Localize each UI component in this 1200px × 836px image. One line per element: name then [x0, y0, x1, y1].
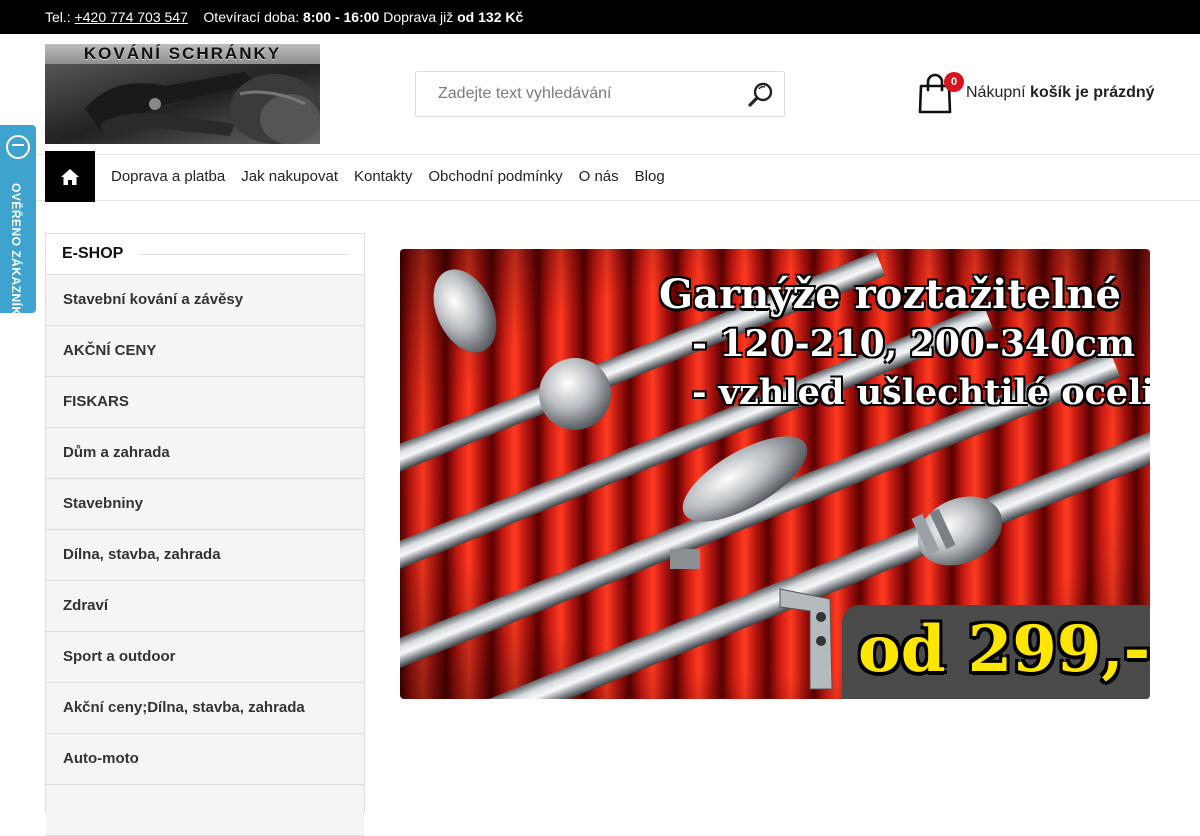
banner-title: Garnýže roztažitelné [659, 271, 1121, 318]
logo-pliers-image [45, 64, 320, 144]
promo-banner[interactable]: Garnýže roztažitelné - 120-210, 200-340c… [400, 249, 1150, 699]
nav-item-blog[interactable]: Blog [627, 155, 673, 200]
nav-divider-bottom [0, 200, 1200, 201]
nav-item-obchodni-podminky[interactable]: Obchodní podmínky [420, 155, 570, 200]
shipping-price: od 132 Kč [457, 9, 524, 25]
verified-badge-text: OVĚŘENO ZÁKAZNÍKY [9, 183, 23, 325]
sidebar-title: E-SHOP [62, 245, 132, 263]
banner-price: od 299,- [858, 612, 1150, 687]
category-item[interactable]: Stavební kování a závěsy [46, 275, 364, 326]
shipping-label: Doprava již [383, 9, 454, 25]
category-item[interactable]: Stavebniny [46, 479, 364, 530]
category-item[interactable]: Auto-moto [46, 734, 364, 785]
category-item[interactable]: FISKARS [46, 377, 364, 428]
verified-seal-icon [6, 135, 30, 159]
category-item[interactable]: Dílna, stavba, zahrada [46, 530, 364, 581]
banner-sizes: - 120-210, 200-340cm [692, 323, 1136, 365]
banner-material: - vzhled ušlechtilé oceli [692, 372, 1150, 413]
phone-link[interactable]: +420 774 703 547 [75, 9, 188, 25]
category-list: Stavební kování a závěsy AKČNÍ CENY FISK… [46, 275, 364, 836]
sidebar-header-rule [140, 254, 348, 255]
category-item[interactable]: Sport a outdoor [46, 632, 364, 683]
home-icon [61, 168, 79, 185]
hours-label: Otevírací doba: [203, 9, 300, 25]
search-icon[interactable] [748, 81, 774, 107]
cart-status[interactable]: Nákupní košík je prázdný [966, 84, 1155, 102]
search-input[interactable] [438, 72, 738, 116]
nav-item-jak-nakupovat[interactable]: Jak nakupovat [233, 155, 346, 200]
nav-item-doprava[interactable]: Doprava a platba [103, 155, 233, 200]
category-item[interactable] [46, 785, 364, 836]
nav-item-o-nas[interactable]: O nás [571, 155, 627, 200]
logo-text: KOVÁNÍ SCHRÁNKY [45, 44, 320, 64]
home-button[interactable] [45, 151, 95, 202]
category-item[interactable]: Akční ceny;Dílna, stavba, zahrada [46, 683, 364, 734]
phone-label: Tel.: [45, 9, 71, 25]
category-sidebar: E-SHOP Stavební kování a závěsy AKČNÍ CE… [45, 233, 365, 836]
cart-count-badge: 0 [944, 72, 964, 92]
cart-label: Nákupní [966, 84, 1026, 101]
category-item[interactable]: Zdraví [46, 581, 364, 632]
main-navigation: Doprava a platba Jak nakupovat Kontakty … [103, 155, 673, 200]
sidebar-header: E-SHOP [46, 234, 364, 275]
nav-item-kontakty[interactable]: Kontakty [346, 155, 420, 200]
category-item[interactable]: AKČNÍ CENY [46, 326, 364, 377]
search-box [415, 71, 785, 117]
verified-customers-badge[interactable]: OVĚŘENO ZÁKAZNÍKY [0, 125, 36, 324]
category-item[interactable]: Dům a zahrada [46, 428, 364, 479]
site-logo[interactable]: KOVÁNÍ SCHRÁNKY [45, 44, 320, 144]
opening-hours: 8:00 - 16:00 [303, 9, 380, 25]
top-info-bar: Tel.: +420 774 703 547 Otevírací doba: 8… [0, 0, 1200, 34]
cart-empty-text: košík je prázdný [1030, 84, 1155, 101]
